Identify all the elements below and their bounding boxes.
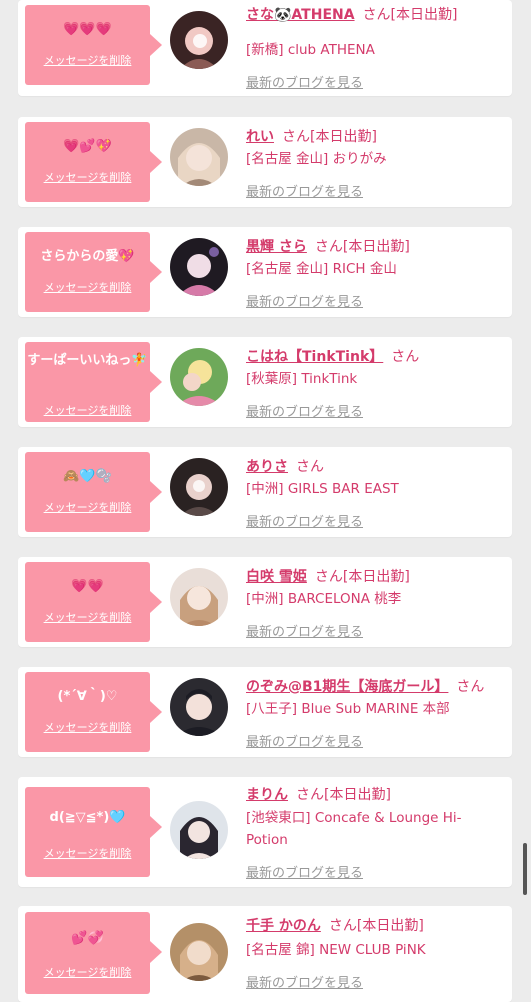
cast-name-link[interactable]: 白咲 雪姫 [246, 569, 307, 585]
cast-name-link[interactable]: こはね【TinkTink】 [246, 349, 383, 365]
list-item: さらからの愛💖 メッセージを削除 黒輝 さら さん[本日出勤] [名古屋 金山] … [18, 227, 512, 317]
latest-blog-link[interactable]: 最新のブログを見る [246, 511, 363, 530]
honorific-status: さん [456, 679, 485, 695]
avatar[interactable] [170, 11, 228, 69]
delete-message-link[interactable]: メッセージを削除 [25, 964, 150, 980]
delete-message-link[interactable]: メッセージを削除 [25, 402, 150, 418]
name-line: 白咲 雪姫 さん[本日出勤] [246, 566, 410, 586]
avatar[interactable] [170, 458, 228, 516]
cast-name-link[interactable]: さな🐼ATHENA [246, 7, 355, 23]
message-text: d(≧▽≦*)🩵 [49, 810, 126, 825]
avatar[interactable] [170, 678, 228, 736]
message-bubble: さらからの愛💖 メッセージを削除 [25, 232, 162, 312]
honorific-status: さん [296, 459, 324, 475]
list-item: (*´∀｀)♡ メッセージを削除 のぞみ@B1期生【海底ガール】 さん [八王子]… [18, 667, 512, 757]
honorific-status: さん[本日出勤] [362, 7, 458, 23]
latest-blog-link[interactable]: 最新のブログを見る [246, 621, 363, 640]
list-item: 💗💕💖 メッセージを削除 れい さん[本日出勤] [名古屋 金山] おりがみ 最新… [18, 117, 512, 207]
message-text: (*´∀｀)♡ [57, 689, 118, 704]
shop-name: [池袋東口] Concafe & Lounge Hi-Potion [246, 810, 462, 848]
avatar[interactable] [170, 128, 228, 186]
shop-name: [秋葉原] TinkTink [246, 371, 358, 387]
name-line: ありさ さん [246, 456, 324, 476]
latest-blog-link[interactable]: 最新のブログを見る [246, 401, 363, 420]
name-line: れい さん[本日出勤] [246, 126, 377, 146]
shop-name: [中洲] BARCELONA 桃李 [246, 591, 402, 607]
message-text: さらからの愛💖 [40, 249, 135, 264]
delete-message-link[interactable]: メッセージを削除 [25, 499, 150, 515]
honorific-status: さん[本日出勤] [282, 129, 377, 145]
shop-name: [名古屋 錦] NEW CLUB PiNK [246, 942, 426, 958]
avatar[interactable] [170, 801, 228, 859]
cast-name-link[interactable]: れい [246, 129, 274, 145]
name-line: 千手 かのん さん[本日出勤] [246, 915, 424, 935]
name-line: まりん さん[本日出勤] [246, 784, 391, 804]
list-item: 💗💗💗 メッセージを削除 さな🐼ATHENA さん[本日出勤] [新橋] club… [18, 0, 512, 96]
latest-blog-link[interactable]: 最新のブログを見る [246, 862, 363, 881]
cast-name-link[interactable]: 黒輝 さら [246, 239, 307, 255]
shop-name: [名古屋 金山] おりがみ [246, 151, 387, 167]
name-line: こはね【TinkTink】 さん [246, 346, 419, 366]
message-text: 🙈🩵🫧 [63, 469, 112, 484]
delete-message-link[interactable]: メッセージを削除 [25, 845, 150, 861]
name-line: のぞみ@B1期生【海底ガール】 さん [246, 676, 484, 696]
message-text: 💕💞 [71, 931, 104, 946]
honorific-status: さん [391, 349, 420, 365]
honorific-status: さん[本日出勤] [314, 569, 410, 585]
list-item: 💕💞 メッセージを削除 千手 かのん さん[本日出勤] [名古屋 錦] NEW C… [18, 906, 512, 1002]
message-bubble: 💗💗 メッセージを削除 [25, 562, 162, 642]
cast-name-link[interactable]: まりん [246, 787, 288, 803]
delete-message-link[interactable]: メッセージを削除 [25, 609, 150, 625]
cast-name-link[interactable]: のぞみ@B1期生【海底ガール】 [246, 679, 448, 695]
list-item: 🙈🩵🫧 メッセージを削除 ありさ さん [中洲] GIRLS BAR EAST 最… [18, 447, 512, 537]
message-text: 💗💗💗 [63, 22, 112, 37]
message-bubble: 🙈🩵🫧 メッセージを削除 [25, 452, 162, 532]
name-line: 黒輝 さら さん[本日出勤] [246, 236, 410, 256]
cast-name-link[interactable]: 千手 かのん [246, 918, 321, 934]
honorific-status: さん[本日出勤] [296, 787, 391, 803]
shop-name: [中洲] GIRLS BAR EAST [246, 481, 399, 497]
shop-name: [八王子] Blue Sub MARINE 本部 [246, 701, 450, 717]
delete-message-link[interactable]: メッセージを削除 [25, 169, 150, 185]
name-line: さな🐼ATHENA さん[本日出勤] [246, 4, 458, 24]
message-text: 💗💕💖 [63, 139, 112, 154]
delete-message-link[interactable]: メッセージを削除 [25, 52, 150, 68]
message-bubble: 💗💗💗 メッセージを削除 [25, 5, 162, 85]
honorific-status: さん[本日出勤] [314, 239, 410, 255]
message-text: すーぱーいいねっ🧚 [27, 353, 148, 368]
message-bubble: (*´∀｀)♡ メッセージを削除 [25, 672, 162, 752]
latest-blog-link[interactable]: 最新のブログを見る [246, 72, 363, 91]
message-bubble: すーぱーいいねっ🧚 メッセージを削除 [25, 342, 162, 422]
latest-blog-link[interactable]: 最新のブログを見る [246, 291, 363, 310]
scrollbar-thumb[interactable] [523, 843, 527, 895]
honorific-status: さん[本日出勤] [328, 918, 424, 934]
list-item: すーぱーいいねっ🧚 メッセージを削除 こはね【TinkTink】 さん [秋葉原]… [18, 337, 512, 427]
latest-blog-link[interactable]: 最新のブログを見る [246, 731, 363, 750]
list-item: 💗💗 メッセージを削除 白咲 雪姫 さん[本日出勤] [中洲] BARCELONA… [18, 557, 512, 647]
latest-blog-link[interactable]: 最新のブログを見る [246, 972, 363, 991]
latest-blog-link[interactable]: 最新のブログを見る [246, 181, 363, 200]
shop-name: [名古屋 金山] RICH 金山 [246, 261, 397, 277]
delete-message-link[interactable]: メッセージを削除 [25, 279, 150, 295]
cast-name-link[interactable]: ありさ [246, 459, 288, 475]
avatar[interactable] [170, 348, 228, 406]
list-item: d(≧▽≦*)🩵 メッセージを削除 まりん さん[本日出勤] [池袋東口] Con… [18, 777, 512, 887]
shop-name: [新橋] club ATHENA [246, 42, 375, 58]
message-bubble: 💗💕💖 メッセージを削除 [25, 122, 162, 202]
message-bubble: 💕💞 メッセージを削除 [25, 912, 162, 994]
message-text: 💗💗 [71, 579, 104, 594]
avatar[interactable] [170, 238, 228, 296]
avatar[interactable] [170, 923, 228, 981]
message-bubble: d(≧▽≦*)🩵 メッセージを削除 [25, 787, 162, 877]
avatar[interactable] [170, 568, 228, 626]
delete-message-link[interactable]: メッセージを削除 [25, 719, 150, 735]
